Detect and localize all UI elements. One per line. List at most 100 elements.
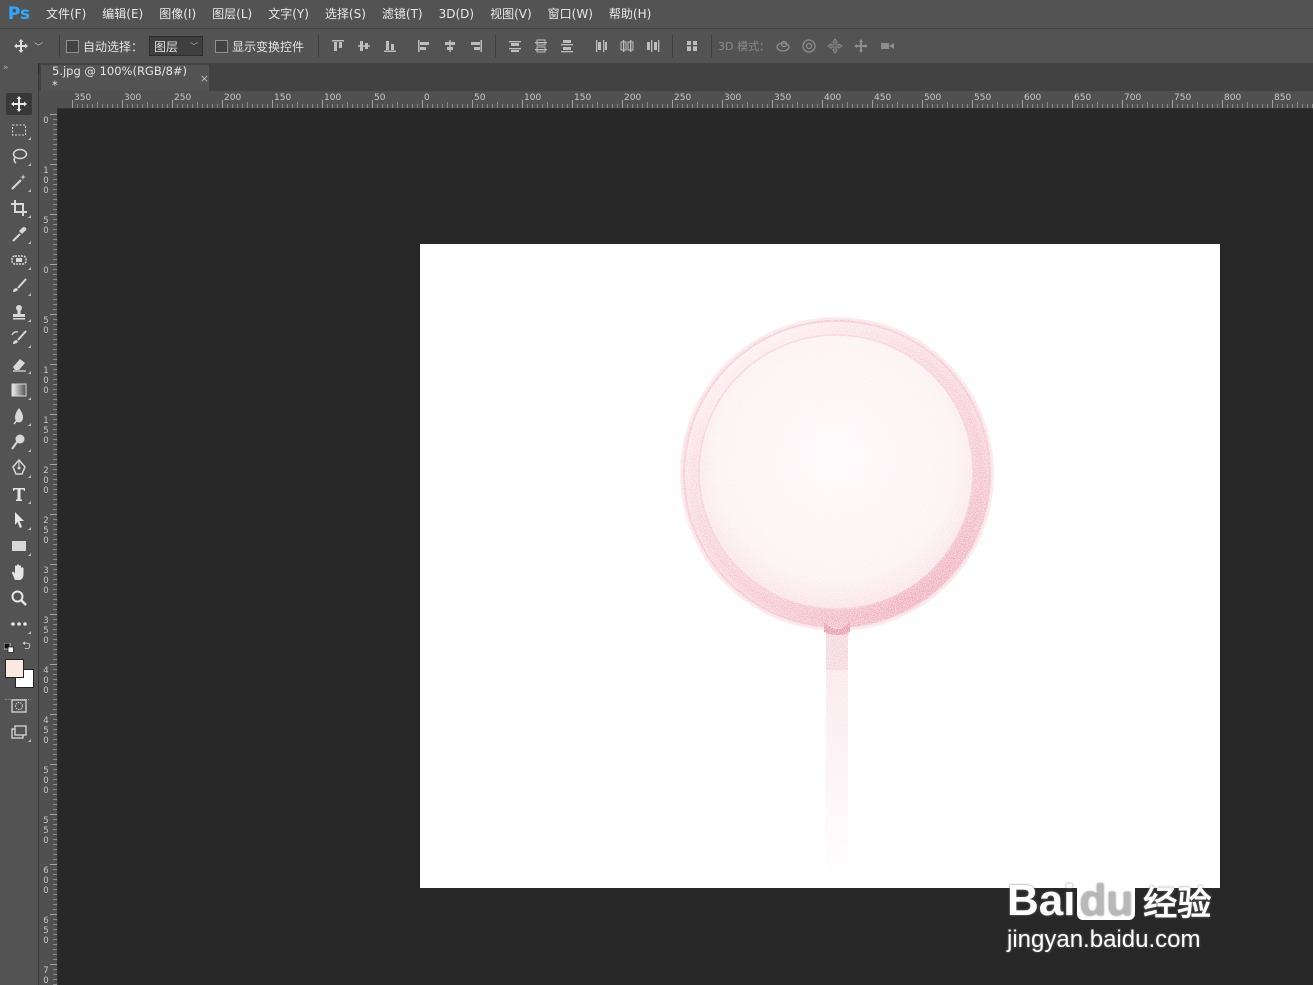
- ruler-tick: [1012, 104, 1013, 108]
- distribute-bottom-icon[interactable]: [559, 38, 575, 54]
- menu-layer[interactable]: 图层(L): [204, 0, 260, 28]
- menu-image[interactable]: 图像(I): [151, 0, 204, 28]
- magic-wand-icon[interactable]: [6, 171, 32, 193]
- align-top-icon[interactable]: [330, 38, 346, 54]
- ruler-tick: [502, 104, 503, 108]
- ruler-tick: [50, 164, 57, 165]
- blur-icon[interactable]: [6, 405, 32, 427]
- ruler-tick: [53, 789, 57, 790]
- menu-type[interactable]: 文字(Y): [260, 0, 317, 28]
- foreground-color-swatch[interactable]: [5, 659, 24, 678]
- ruler-tick: [1197, 102, 1198, 108]
- zoom-icon[interactable]: [6, 587, 32, 609]
- menu-window[interactable]: 窗口(W): [540, 0, 601, 28]
- hand-icon[interactable]: [6, 561, 32, 583]
- auto-select-target-dropdown[interactable]: 图层 ﹀: [149, 36, 204, 56]
- ruler-origin[interactable]: [39, 91, 58, 109]
- roll-3d-icon[interactable]: [801, 38, 817, 54]
- lasso-icon[interactable]: [6, 145, 32, 167]
- ruler-label: 100: [524, 93, 542, 103]
- ruler-tick: [1237, 104, 1238, 108]
- ruler-tick: [53, 344, 57, 345]
- auto-align-layers-icon[interactable]: [684, 38, 700, 54]
- healing-brush-icon[interactable]: [6, 249, 32, 271]
- auto-select-target-value: 图层: [154, 39, 179, 54]
- ruler-tick: [53, 184, 57, 185]
- pen-icon[interactable]: [6, 457, 32, 479]
- distribute-vertical-center-icon[interactable]: [533, 38, 549, 54]
- eyedropper-icon[interactable]: [6, 223, 32, 245]
- ruler-tick: [53, 379, 57, 380]
- path-selection-icon[interactable]: [6, 509, 32, 531]
- gradient-icon[interactable]: [6, 379, 32, 401]
- chevron-down-icon[interactable]: ﹀: [34, 40, 43, 53]
- slide-3d-icon[interactable]: [853, 38, 869, 54]
- pan-3d-icon[interactable]: [827, 38, 843, 54]
- ruler-tick: [192, 104, 193, 108]
- default-colors-icon[interactable]: [3, 642, 14, 653]
- ruler-tick: [282, 104, 283, 108]
- align-vertical-center-icon[interactable]: [356, 38, 372, 54]
- ruler-tick: [53, 979, 57, 980]
- distribute-right-icon[interactable]: [645, 38, 661, 54]
- scale-3d-icon[interactable]: [879, 38, 895, 54]
- menu-help[interactable]: 帮助(H): [601, 0, 659, 28]
- move-tool-preset-icon[interactable]: [13, 38, 29, 54]
- align-right-icon[interactable]: [468, 38, 484, 54]
- marquee-icon[interactable]: [6, 119, 32, 141]
- clone-stamp-icon[interactable]: [6, 301, 32, 323]
- quick-mask-icon[interactable]: [6, 695, 32, 717]
- ruler-tick: [53, 924, 57, 925]
- auto-select-checkbox[interactable]: [66, 39, 80, 53]
- align-bottom-icon[interactable]: [382, 38, 398, 54]
- menu-select[interactable]: 选择(S): [317, 0, 374, 28]
- ruler-tick: [722, 100, 723, 108]
- eraser-icon[interactable]: [6, 353, 32, 375]
- document-tab[interactable]: 5.jpg @ 100%(RGB/8#) * ×: [41, 64, 209, 92]
- type-icon[interactable]: [6, 483, 32, 505]
- ruler-tick: [422, 100, 423, 108]
- ruler-tick: [412, 104, 413, 108]
- menu-filter[interactable]: 滤镜(T): [374, 0, 431, 28]
- crop-icon[interactable]: [6, 197, 32, 219]
- ruler-tick: [53, 854, 57, 855]
- document-canvas[interactable]: [420, 244, 1220, 888]
- distribute-left-icon[interactable]: [593, 38, 609, 54]
- distribute-horizontal-center-icon[interactable]: [619, 38, 635, 54]
- move-icon[interactable]: [6, 93, 32, 115]
- more-icon[interactable]: [6, 613, 32, 635]
- brush-icon[interactable]: [6, 275, 32, 297]
- align-left-icon[interactable]: [416, 38, 432, 54]
- ruler-tick: [53, 919, 57, 920]
- ruler-tick: [232, 104, 233, 108]
- screen-mode-icon[interactable]: [6, 721, 32, 743]
- orbit-3d-icon[interactable]: [775, 38, 791, 54]
- close-icon[interactable]: ×: [200, 72, 209, 85]
- ruler-tick: [432, 104, 433, 108]
- ruler-tick: [187, 104, 188, 108]
- ruler-tick: [53, 194, 57, 195]
- distribute-top-icon[interactable]: [507, 38, 523, 54]
- toolbar-collapse-handle[interactable]: »: [0, 63, 38, 73]
- align-horizontal-center-icon[interactable]: [442, 38, 458, 54]
- history-brush-icon[interactable]: [6, 327, 32, 349]
- menu-file[interactable]: 文件(F): [38, 0, 94, 28]
- show-transform-checkbox[interactable]: [215, 39, 229, 53]
- ruler-label: 850: [1274, 93, 1292, 103]
- ruler-tick: [742, 104, 743, 108]
- ruler-label: 700: [43, 966, 49, 985]
- ruler-tick: [382, 104, 383, 108]
- ruler-tick: [137, 104, 138, 108]
- ruler-tick: [53, 809, 57, 810]
- dodge-icon[interactable]: [6, 431, 32, 453]
- vertical-ruler[interactable]: 0 100 50 0 50 100 150 200 250 300 350 400 450 500 550 6…: [39, 108, 58, 985]
- swap-colors-icon[interactable]: ⮌: [22, 640, 34, 652]
- horizontal-ruler[interactable]: 350 300 250 200 150 100 50 0 50 100 150 200 250 300 35…: [57, 91, 1313, 109]
- rectangle-icon[interactable]: [6, 535, 32, 557]
- ruler-tick: [602, 104, 603, 108]
- menu-3d[interactable]: 3D(D): [431, 0, 482, 28]
- ruler-tick: [852, 104, 853, 108]
- menu-view[interactable]: 视图(V): [482, 0, 540, 28]
- ruler-tick: [53, 659, 57, 660]
- menu-edit[interactable]: 编辑(E): [94, 0, 151, 28]
